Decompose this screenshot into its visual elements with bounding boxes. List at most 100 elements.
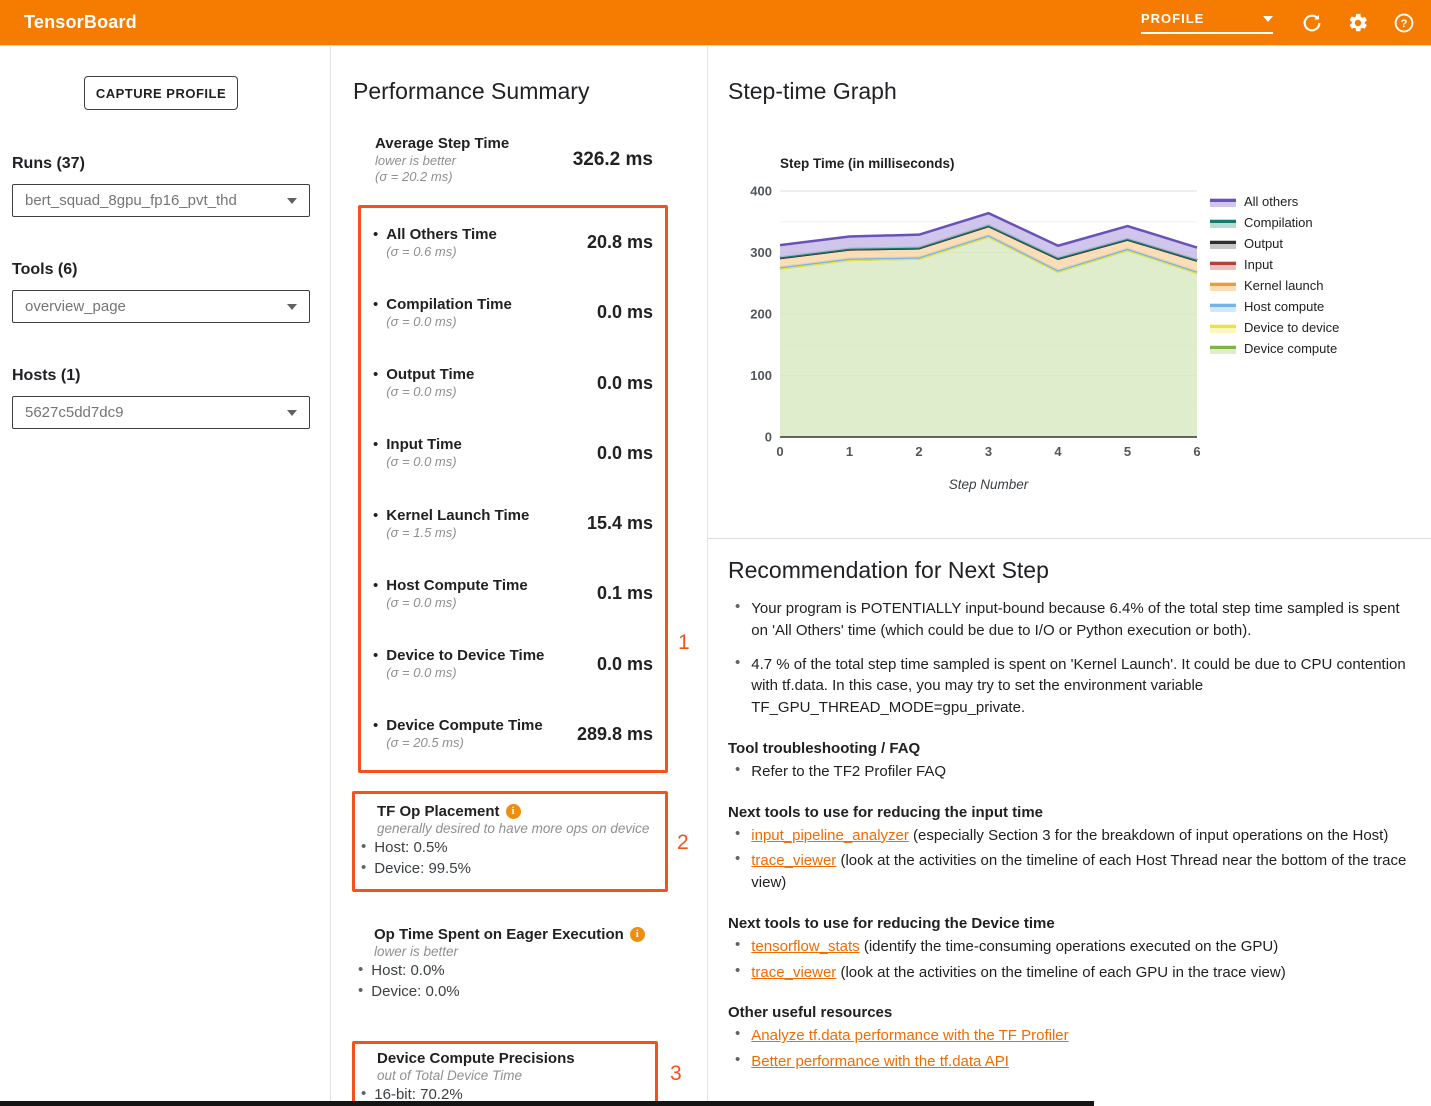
tools-dropdown[interactable]: overview_page	[12, 290, 310, 323]
bullet-icon: •	[373, 296, 378, 330]
rec-subsection: Next tools to use for reducing the Devic…	[728, 915, 1418, 984]
rec-item-body: Better performance with the tf.data API	[751, 1051, 1009, 1073]
rec-subsection: Tool troubleshooting / FAQ•Refer to the …	[728, 740, 1418, 783]
list-item-text: Device: 99.5%	[374, 859, 471, 879]
list-item-text: Host: 0.5%	[374, 838, 447, 858]
dashboard-select[interactable]: PROFILE	[1141, 11, 1273, 34]
rec-link[interactable]: input_pipeline_analyzer	[751, 827, 909, 844]
rec-link[interactable]: Analyze tf.data performance with the TF …	[751, 1027, 1068, 1044]
rec-text: (especially Section 3 for the breakdown …	[909, 827, 1388, 844]
svg-text:0: 0	[776, 444, 783, 459]
tf-op-placement-items: •Host: 0.5%•Device: 99.5%	[355, 838, 653, 879]
annotation-3: 3	[670, 1062, 682, 1086]
eager-title: Op Time Spent on Eager Execution i	[374, 926, 656, 943]
chevron-down-icon	[1263, 16, 1273, 22]
rec-item-body: Your program is POTENTIALLY input-bound …	[751, 598, 1418, 642]
metric-row: • Kernel Launch Time (σ = 1.5 ms) 15.4 m…	[361, 489, 665, 559]
metric-sigma: (σ = 0.0 ms)	[386, 665, 544, 681]
legend-entry: All others	[1210, 191, 1339, 212]
step-time-graph-title: Step-time Graph	[728, 78, 1431, 105]
hosts-dropdown-value: 5627c5dd7dc9	[25, 404, 123, 421]
metric-row: • Compilation Time (σ = 0.0 ms) 0.0 ms	[361, 278, 665, 348]
rec-link[interactable]: trace_viewer	[751, 964, 836, 981]
list-item-text: Device: 0.0%	[371, 982, 459, 1002]
reload-button[interactable]	[1299, 10, 1325, 36]
legend-label: Compilation	[1244, 215, 1313, 230]
topbar-actions: PROFILE ?	[1141, 10, 1417, 36]
average-step-time-row: Average Step Time lower is better (σ = 2…	[375, 135, 653, 186]
legend-entry: Kernel launch	[1210, 275, 1339, 296]
rec-link[interactable]: trace_viewer	[751, 852, 836, 869]
svg-text:3: 3	[985, 444, 992, 459]
info-icon[interactable]: i	[506, 804, 521, 819]
tf-op-placement-title: TF Op Placement i	[377, 803, 653, 820]
list-item-text: Host: 0.0%	[371, 961, 444, 981]
bullet-icon: •	[735, 936, 740, 958]
bullet-icon: •	[358, 961, 363, 981]
list-item: •Device: 0.0%	[358, 982, 656, 1002]
metric-sigma: (σ = 20.5 ms)	[386, 735, 542, 751]
eager-subtitle: lower is better	[374, 944, 656, 959]
highlight-box-3: Device Compute Precisions out of Total D…	[352, 1041, 658, 1106]
gear-icon	[1347, 12, 1369, 34]
precisions-subtitle: out of Total Device Time	[377, 1068, 645, 1083]
metric-sigma: (σ = 1.5 ms)	[386, 525, 529, 541]
runs-dropdown[interactable]: bert_squad_8gpu_fp16_pvt_thd	[12, 184, 310, 217]
metric-row: • Output Time (σ = 0.0 ms) 0.0 ms	[361, 348, 665, 418]
help-icon: ?	[1393, 12, 1415, 34]
bullet-icon: •	[735, 850, 740, 894]
bullet-icon: •	[735, 654, 740, 719]
metric-row: • All Others Time (σ = 0.6 ms) 20.8 ms	[361, 208, 665, 278]
chart-legend: All others Compilation OutputInput Kernel l…	[1210, 191, 1339, 359]
legend-entry: Output	[1210, 233, 1339, 254]
metric-row: • Input Time (σ = 0.0 ms) 0.0 ms	[361, 418, 665, 488]
bullet-icon: •	[373, 507, 378, 541]
bullet-icon: •	[361, 859, 366, 879]
metric-value: 0.0 ms	[597, 443, 653, 464]
chevron-down-icon	[287, 198, 297, 204]
info-icon[interactable]: i	[630, 927, 645, 942]
annotation-1: 1	[678, 631, 690, 655]
bullet-icon: •	[373, 366, 378, 400]
rec-link[interactable]: Better performance with the tf.data API	[751, 1053, 1009, 1070]
rec-bullet-item: •4.7 % of the total step time sampled is…	[728, 654, 1418, 719]
rec-text: (look at the activities on the timeline …	[836, 964, 1285, 981]
capture-profile-button[interactable]: CAPTURE PROFILE	[84, 76, 238, 110]
legend-swatch-icon	[1210, 239, 1236, 249]
legend-label: Kernel launch	[1244, 278, 1324, 293]
metric-row: • Host Compute Time (σ = 0.0 ms) 0.1 ms	[361, 559, 665, 629]
hosts-dropdown[interactable]: 5627c5dd7dc9	[12, 396, 310, 429]
bullet-icon: •	[373, 717, 378, 751]
topbar: TensorBoard PROFILE ?	[0, 0, 1431, 45]
chevron-down-icon	[287, 410, 297, 416]
legend-swatch-icon	[1210, 260, 1236, 270]
svg-text:400: 400	[750, 184, 772, 199]
legend-entry: Device compute	[1210, 338, 1339, 359]
settings-button[interactable]	[1345, 10, 1371, 36]
svg-text:Step Number: Step Number	[949, 477, 1029, 492]
legend-label: Device to device	[1244, 320, 1339, 335]
bullet-icon: •	[735, 598, 740, 642]
rec-subsection: Other useful resources•Analyze tf.data p…	[728, 1004, 1418, 1073]
legend-swatch-icon	[1210, 197, 1236, 207]
rec-text: Refer to the TF2 Profiler FAQ	[751, 763, 946, 780]
rec-bullet-item: •Refer to the TF2 Profiler FAQ	[728, 761, 1418, 783]
tools-label: Tools (6)	[12, 261, 330, 279]
legend-swatch-icon	[1210, 281, 1236, 291]
svg-text:2: 2	[915, 444, 922, 459]
metric-value: 0.0 ms	[597, 373, 653, 394]
rec-subsection-heading: Next tools to use for reducing the Devic…	[728, 915, 1418, 932]
legend-label: Host compute	[1244, 299, 1324, 314]
bullet-icon: •	[373, 647, 378, 681]
help-button[interactable]: ?	[1391, 10, 1417, 36]
legend-entry: Input	[1210, 254, 1339, 275]
metric-label: Kernel Launch Time	[386, 507, 529, 525]
metric-row: • Device to Device Time (σ = 0.0 ms) 0.0…	[361, 629, 665, 699]
metric-value: 0.0 ms	[597, 302, 653, 323]
sidebar: CAPTURE PROFILE Runs (37) bert_squad_8gp…	[0, 46, 330, 1101]
list-item: • Host: 0.0%	[358, 961, 656, 981]
rec-link[interactable]: tensorflow_stats	[751, 938, 859, 955]
performance-summary-panel: Performance Summary Average Step Time lo…	[330, 46, 707, 1106]
rec-item-body: tensorflow_stats (identify the time-cons…	[751, 936, 1278, 958]
bullet-icon: •	[735, 1025, 740, 1047]
